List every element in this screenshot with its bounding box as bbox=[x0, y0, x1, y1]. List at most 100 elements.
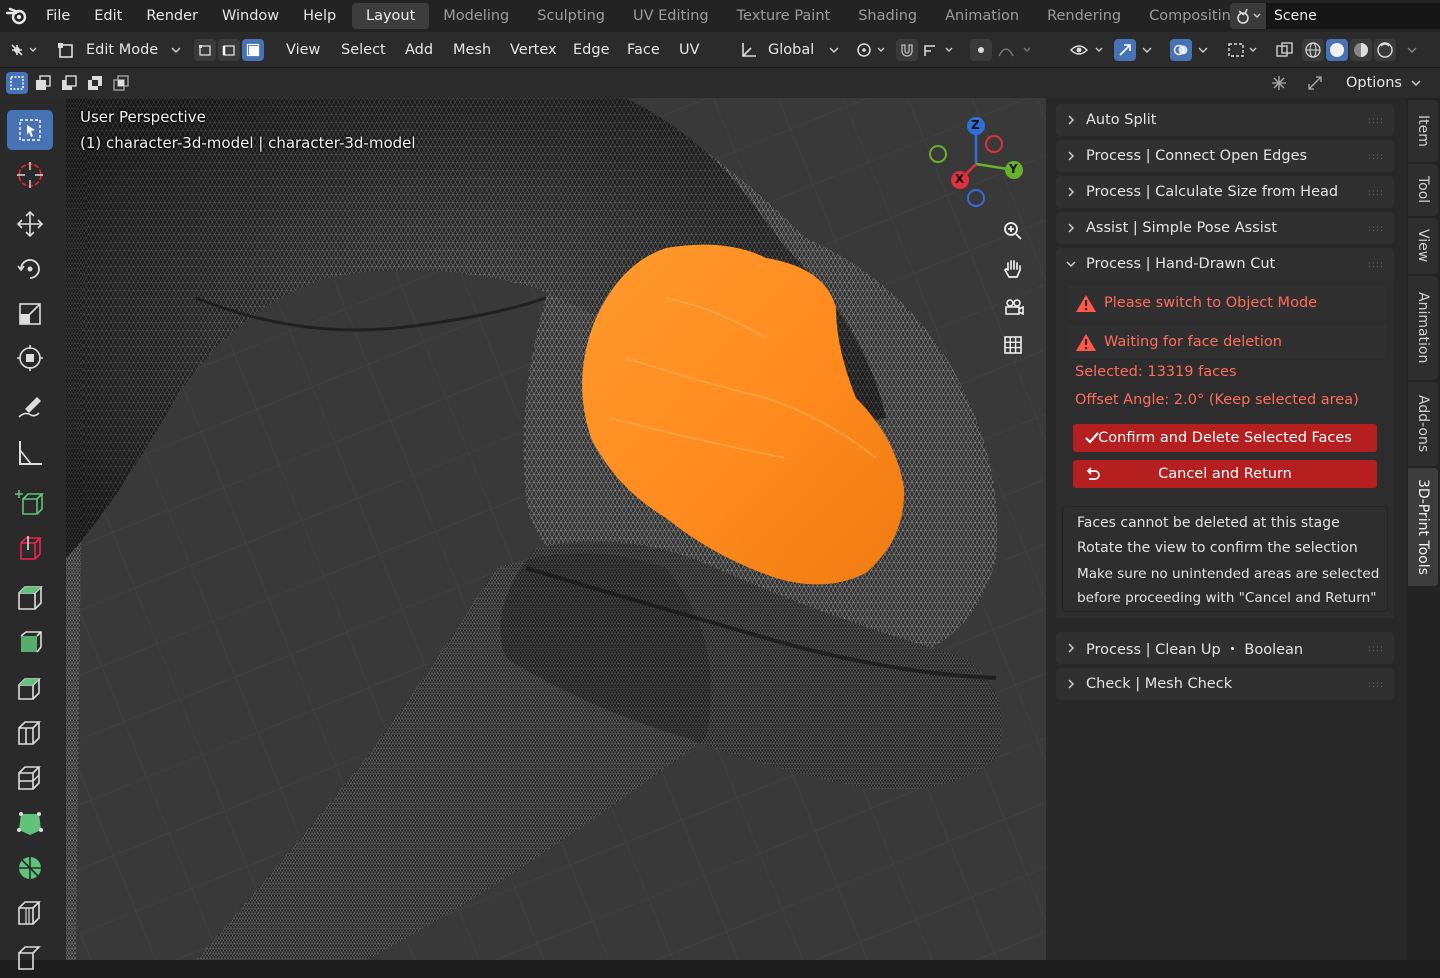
header-menu-mesh[interactable]: Mesh bbox=[453, 32, 491, 68]
menu-window[interactable]: Window bbox=[210, 3, 291, 29]
knife-tool[interactable] bbox=[7, 713, 53, 753]
header-menu-face[interactable]: Face bbox=[627, 32, 660, 68]
xray-toggle[interactable] bbox=[1274, 32, 1296, 68]
poly-build-tool[interactable] bbox=[7, 803, 53, 843]
scene-icon[interactable] bbox=[1230, 3, 1266, 29]
material-shading-button[interactable] bbox=[1350, 39, 1372, 61]
drag-grip-icon[interactable]: :::: bbox=[1368, 680, 1384, 690]
tab-rendering[interactable]: Rendering bbox=[1033, 3, 1135, 29]
panel-simple-pose-assist[interactable]: Assist | Simple Pose Assist :::: bbox=[1056, 212, 1394, 244]
transform-tool[interactable] bbox=[7, 338, 53, 378]
confirm-delete-button[interactable]: Confirm and Delete Selected Faces bbox=[1073, 424, 1377, 452]
options-dropdown[interactable]: Options bbox=[1346, 68, 1422, 98]
navigation-gizmo[interactable]: Z X Y bbox=[922, 108, 1034, 220]
menu-file[interactable]: File bbox=[34, 3, 82, 29]
3d-viewport[interactable]: User Perspective (1) character-3d-model … bbox=[66, 98, 1046, 960]
bisect-tool[interactable] bbox=[7, 758, 53, 798]
shading-options[interactable] bbox=[1404, 32, 1420, 68]
cancel-return-button[interactable]: Cancel and Return bbox=[1073, 460, 1377, 488]
editor-type-selector[interactable] bbox=[8, 32, 44, 68]
edge-select-button[interactable] bbox=[218, 39, 240, 61]
header-menu-add[interactable]: Add bbox=[405, 32, 433, 68]
zoom-button[interactable] bbox=[998, 216, 1028, 246]
pivot-point-selector[interactable] bbox=[852, 32, 892, 68]
mesh-overlay-selector[interactable] bbox=[1226, 32, 1262, 68]
move-tool[interactable] bbox=[7, 204, 53, 244]
tab-shading[interactable]: Shading bbox=[844, 3, 931, 29]
select-extend-button[interactable] bbox=[32, 72, 54, 94]
drag-grip-icon[interactable]: :::: bbox=[1368, 644, 1384, 654]
tab-3d-print-tools[interactable]: 3D-Print Tools bbox=[1408, 468, 1438, 586]
falloff-curve-icon[interactable] bbox=[996, 40, 1036, 60]
drag-grip-icon[interactable]: :::: bbox=[1368, 224, 1384, 234]
cursor-tool[interactable] bbox=[7, 155, 53, 195]
solid-shading-button[interactable] bbox=[1326, 39, 1348, 61]
snap-target-icon[interactable] bbox=[922, 40, 958, 60]
select-invert-button[interactable] bbox=[84, 72, 106, 94]
scale-tool[interactable] bbox=[7, 294, 53, 334]
fullscreen-button[interactable] bbox=[1304, 72, 1326, 94]
add-cube-tool[interactable] bbox=[7, 483, 53, 523]
select-new-button[interactable] bbox=[6, 72, 28, 94]
measure-tool[interactable] bbox=[7, 433, 53, 473]
tab-add-ons[interactable]: Add-ons bbox=[1408, 382, 1438, 466]
scene-name[interactable]: Scene bbox=[1266, 3, 1440, 29]
ortho-toggle-button[interactable] bbox=[998, 330, 1028, 360]
spin-tool[interactable] bbox=[7, 848, 53, 888]
panel-mesh-check[interactable]: Check | Mesh Check :::: bbox=[1056, 668, 1394, 700]
snap-toggle[interactable] bbox=[896, 39, 918, 61]
select-intersect-button[interactable] bbox=[110, 72, 132, 94]
tab-view[interactable]: View bbox=[1408, 218, 1438, 274]
shear-tool[interactable] bbox=[7, 938, 53, 978]
proportional-edit-toggle[interactable] bbox=[970, 39, 992, 61]
panel-calculate-size[interactable]: Process | Calculate Size from Head :::: bbox=[1056, 176, 1394, 208]
header-menu-edge[interactable]: Edge bbox=[573, 32, 610, 68]
drag-grip-icon[interactable]: :::: bbox=[1368, 152, 1384, 162]
gizmo-toggle[interactable] bbox=[1114, 39, 1136, 61]
tab-sculpting[interactable]: Sculpting bbox=[523, 3, 619, 29]
tab-animation-side[interactable]: Animation bbox=[1408, 276, 1438, 380]
tab-tool[interactable]: Tool bbox=[1408, 164, 1438, 216]
header-menu-vertex[interactable]: Vertex bbox=[510, 32, 557, 68]
header-menu-uv[interactable]: UV bbox=[679, 32, 700, 68]
select-box-tool[interactable] bbox=[7, 110, 53, 150]
tab-modeling[interactable]: Modeling bbox=[429, 3, 523, 29]
orientation-selector[interactable]: Global bbox=[738, 32, 842, 68]
menu-edit[interactable]: Edit bbox=[82, 3, 134, 29]
panel-clean-up-boolean[interactable]: Process | Clean Up ・ Boolean :::: bbox=[1056, 632, 1394, 664]
smooth-tool[interactable] bbox=[7, 893, 53, 933]
tab-item[interactable]: Item bbox=[1408, 100, 1438, 162]
camera-view-button[interactable] bbox=[998, 292, 1028, 322]
select-subtract-button[interactable] bbox=[58, 72, 80, 94]
panel-auto-split[interactable]: Auto Split :::: bbox=[1056, 104, 1394, 136]
panel-connect-open-edges[interactable]: Process | Connect Open Edges :::: bbox=[1056, 140, 1394, 172]
face-select-button[interactable] bbox=[242, 39, 264, 61]
annotate-tool[interactable] bbox=[7, 388, 53, 428]
vertex-select-button[interactable] bbox=[194, 39, 216, 61]
tab-animation[interactable]: Animation bbox=[931, 3, 1033, 29]
loop-cut-tool[interactable] bbox=[7, 668, 53, 708]
drag-grip-icon[interactable]: :::: bbox=[1368, 188, 1384, 198]
extrude-region-tool[interactable] bbox=[7, 528, 53, 568]
auto-merge-button[interactable] bbox=[1268, 72, 1290, 94]
bevel-tool[interactable] bbox=[7, 623, 53, 663]
mode-selector[interactable]: Edit Mode bbox=[56, 32, 186, 68]
tab-layout[interactable]: Layout bbox=[352, 3, 430, 29]
chevron-down-icon[interactable] bbox=[1196, 40, 1210, 60]
header-menu-view[interactable]: View bbox=[286, 32, 320, 68]
rendered-shading-button[interactable] bbox=[1374, 39, 1396, 61]
menu-help[interactable]: Help bbox=[291, 3, 348, 29]
scene-selector[interactable]: Scene bbox=[1230, 3, 1440, 29]
wireframe-shading-button[interactable] bbox=[1302, 39, 1324, 61]
overlay-toggle[interactable] bbox=[1170, 39, 1192, 61]
rotate-tool[interactable] bbox=[7, 249, 53, 289]
drag-grip-icon[interactable]: :::: bbox=[1368, 116, 1384, 126]
tab-texture-paint[interactable]: Texture Paint bbox=[723, 3, 845, 29]
blender-logo-icon[interactable] bbox=[4, 3, 30, 29]
panel-hand-drawn-cut[interactable]: Process | Hand-Drawn Cut :::: bbox=[1056, 248, 1394, 280]
chevron-down-icon[interactable] bbox=[1140, 40, 1154, 60]
visibility-selector[interactable] bbox=[1068, 32, 1108, 68]
inset-faces-tool[interactable] bbox=[7, 578, 53, 618]
menu-render[interactable]: Render bbox=[134, 3, 210, 29]
tab-uv-editing[interactable]: UV Editing bbox=[619, 3, 723, 29]
